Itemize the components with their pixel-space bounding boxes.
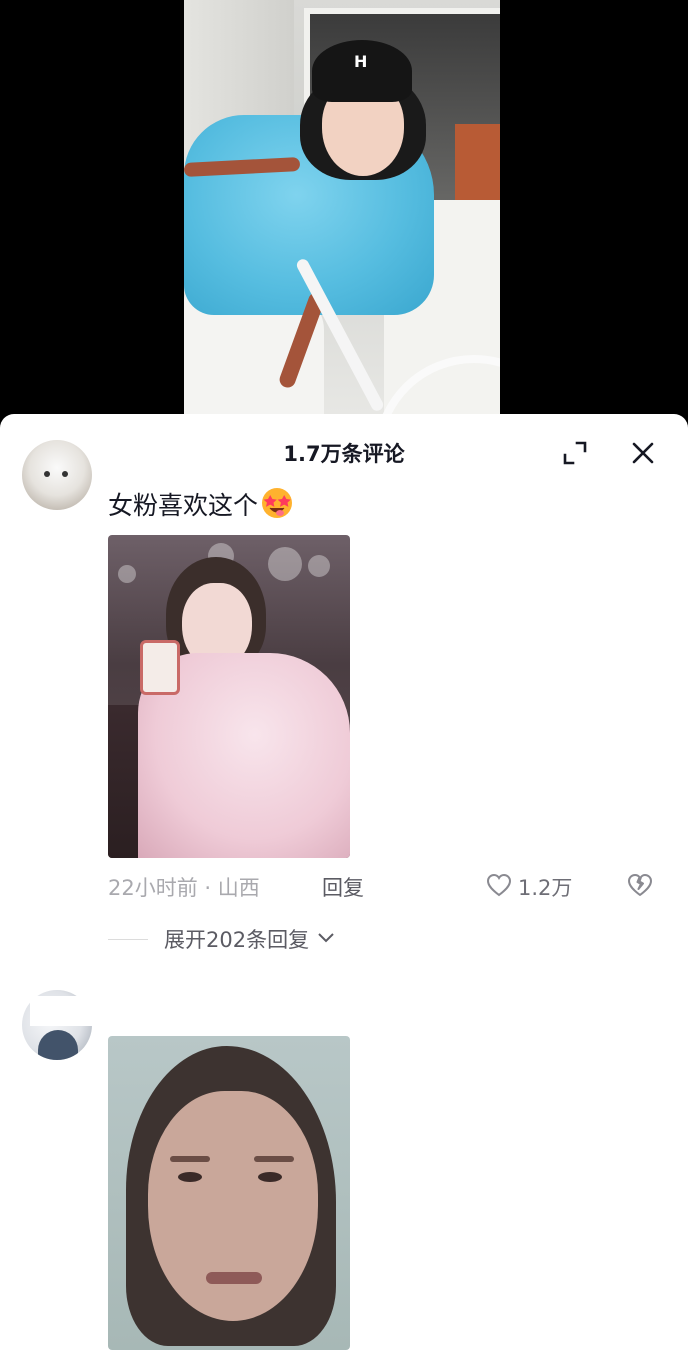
- comment-text: 女粉喜欢这个: [108, 486, 294, 522]
- broken-heart-icon[interactable]: [626, 872, 654, 903]
- comment-image[interactable]: [108, 1036, 350, 1350]
- username-hidden: [30, 996, 212, 1026]
- heart-icon: [486, 873, 512, 902]
- expand-replies-button[interactable]: 展开202条回复: [108, 924, 337, 954]
- close-icon[interactable]: [628, 438, 658, 468]
- comment-time: 22小时前: [108, 876, 198, 900]
- meta-separator: ·: [204, 876, 212, 900]
- video-player[interactable]: H: [0, 0, 688, 414]
- comment-sheet: 1.7万条评论 女粉喜欢这个 22小时前 · 山西 回复 1.2万 展开202条…: [0, 414, 688, 1350]
- like-button[interactable]: 1.2万: [486, 872, 572, 902]
- video-frame: H: [184, 0, 500, 414]
- expand-replies-label: 展开202条回复: [164, 928, 310, 952]
- divider: [108, 938, 148, 940]
- reply-button[interactable]: 回复: [322, 872, 364, 902]
- comment-meta: 22小时前 · 山西 回复 1.2万: [108, 872, 668, 902]
- star-struck-emoji-icon: [260, 486, 294, 520]
- comment-location: 山西: [217, 876, 260, 900]
- expand-icon[interactable]: [560, 438, 590, 468]
- comment-sheet-header: 1.7万条评论: [0, 414, 688, 492]
- chevron-down-icon: [315, 926, 337, 953]
- avatar[interactable]: [22, 440, 92, 510]
- like-count: 1.2万: [518, 876, 573, 900]
- comment-image[interactable]: [108, 535, 350, 858]
